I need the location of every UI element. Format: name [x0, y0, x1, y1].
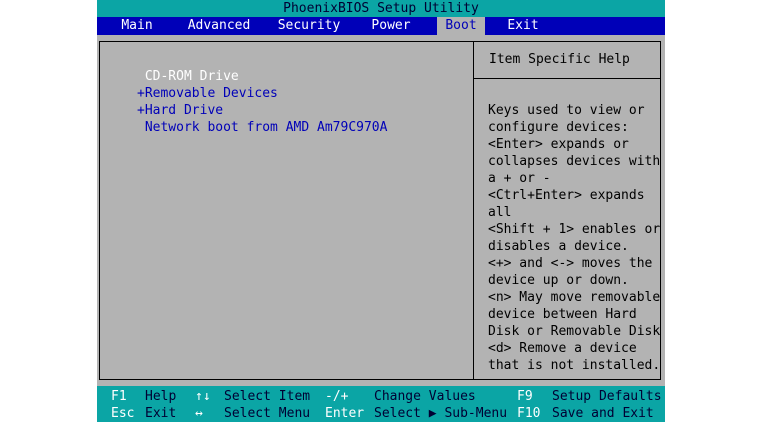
boot-item-removable[interactable]: +Removable Devices [137, 85, 387, 102]
help-line: <+> and <-> moves the [488, 256, 653, 271]
key-f1: F1 [111, 389, 127, 404]
menu-advanced[interactable]: Advanced [179, 17, 259, 35]
key-minus-plus-label: Change Values [374, 389, 476, 404]
help-line: that is not installed. [488, 358, 661, 373]
boot-item-network[interactable]: Network boot from AMD Am79C970A [137, 119, 388, 136]
key-f1-label: Help [145, 389, 177, 404]
key-leftright-label: Select Menu [224, 406, 311, 421]
bios-screen: PhoenixBIOS Setup Utility Main Advanced … [97, 0, 665, 422]
menu-security[interactable]: Security [273, 17, 345, 35]
help-title: Item Specific Help [489, 52, 630, 67]
menu-exit[interactable]: Exit [499, 17, 547, 35]
key-leftright: ↔ [195, 406, 203, 421]
key-esc: Esc [111, 406, 135, 421]
menu-boot[interactable]: Boot [437, 17, 485, 35]
key-f10-label: Save and Exit [552, 406, 654, 421]
boot-item-hard-drive[interactable]: +Hard Drive [137, 102, 387, 119]
title-bar: PhoenixBIOS Setup Utility [97, 0, 665, 17]
key-esc-label: Exit [145, 406, 177, 421]
menu-power[interactable]: Power [363, 17, 419, 35]
key-updown-label: Select Item [224, 389, 311, 404]
key-f9-label: Setup Defaults [552, 389, 662, 404]
help-line: <Shift + 1> enables or [488, 222, 661, 237]
panel-divider [473, 41, 474, 380]
key-f10: F10 [517, 406, 541, 421]
key-enter-label: Select ▶ Sub-Menu [374, 406, 508, 421]
help-line: collapses devices with [488, 154, 661, 169]
help-line: a + or - [488, 171, 551, 186]
help-line: device up or down. [488, 273, 629, 288]
help-line: Disk or Removable Disk [488, 324, 661, 339]
key-enter: Enter [325, 406, 365, 421]
boot-order-list: CD-ROM Drive +Removable Devices +Hard Dr… [137, 68, 387, 136]
key-minus-plus: -/+ [325, 389, 349, 404]
help-line: Keys used to view or [488, 103, 645, 118]
help-line: <d> Remove a device [488, 341, 637, 356]
key-updown: ↑↓ [195, 389, 211, 404]
help-line: configure devices: [488, 120, 629, 135]
menu-main[interactable]: Main [109, 17, 165, 35]
help-line: <Ctrl+Enter> expands [488, 188, 645, 203]
help-line: disables a device. [488, 239, 629, 254]
key-f9: F9 [517, 389, 533, 404]
help-line: <Enter> expands or [488, 137, 629, 152]
help-line: all [488, 205, 512, 220]
help-title-divider [474, 78, 661, 79]
app-title: PhoenixBIOS Setup Utility [283, 1, 479, 16]
main-panel: CD-ROM Drive +Removable Devices +Hard Dr… [97, 35, 665, 386]
key-legend-footer: F1 Help ↑↓ Select Item -/+ Change Values… [97, 386, 665, 422]
help-line: device between Hard [488, 307, 637, 322]
help-text: Keys used to view or configure devices: … [488, 102, 663, 374]
help-line: <n> May move removable [488, 290, 661, 305]
boot-item-cdrom[interactable]: CD-ROM Drive [137, 68, 387, 85]
menu-bar: Main Advanced Security Power Boot Exit [97, 17, 665, 35]
